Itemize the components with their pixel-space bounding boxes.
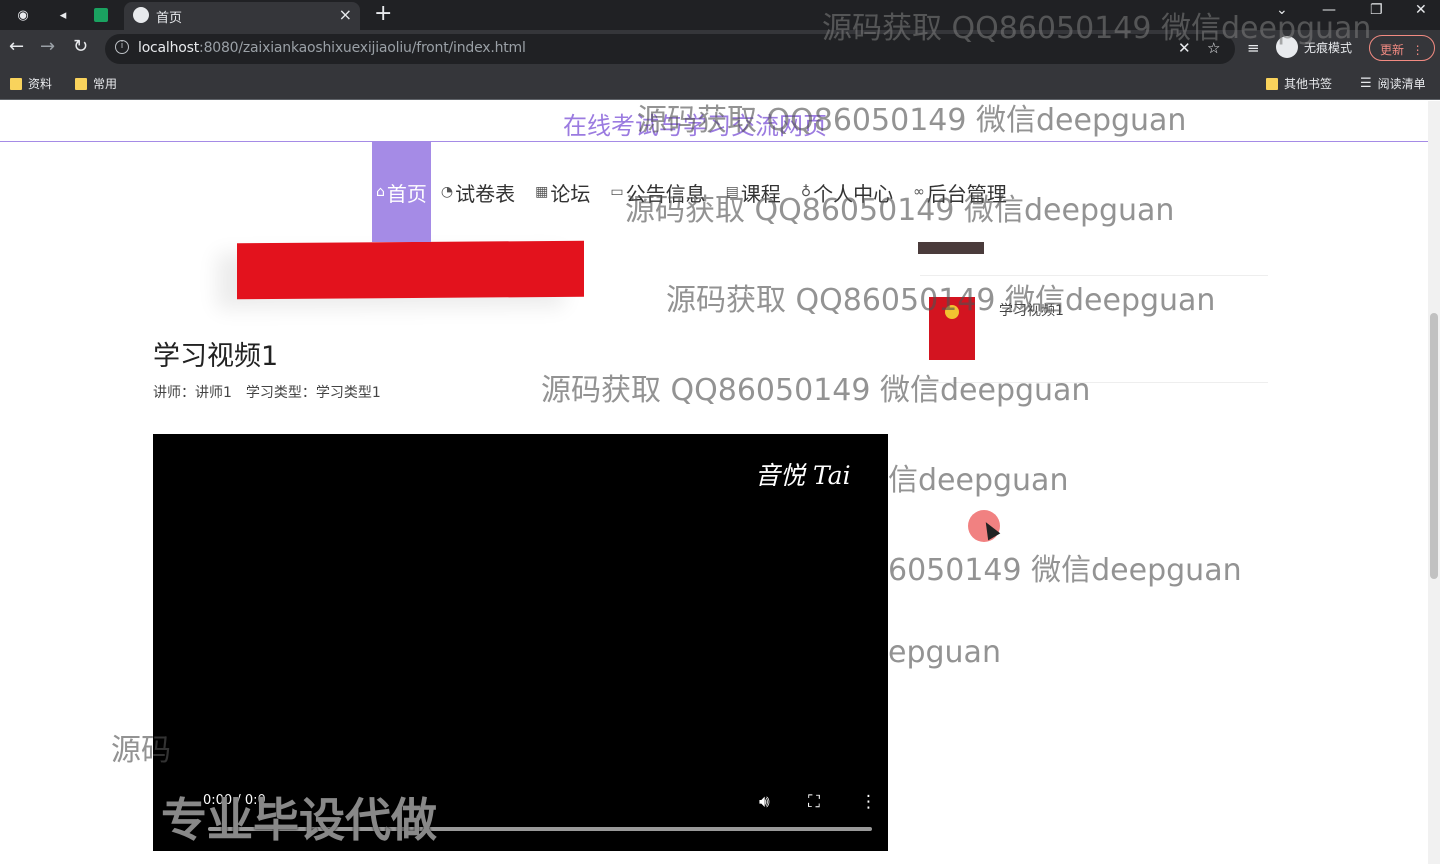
tab-favicon-icon (133, 7, 149, 23)
banner-image[interactable] (237, 240, 584, 300)
reading-list[interactable]: ☰ 阅读清单 (1360, 75, 1426, 92)
calendar-icon: ▤ (725, 184, 739, 200)
tab-search-icon[interactable]: ⌄ (1276, 2, 1288, 18)
link-icon: ∞ (913, 184, 925, 200)
forward-icon[interactable]: → (40, 36, 55, 57)
screen: ◉ ◂ 首页 × + ⌄ — ❐ ✕ ← → ↻ i localhost:808… (0, 0, 1440, 864)
nav-item-forum[interactable]: ▦ 论坛 (525, 142, 600, 242)
bookmark-folder[interactable]: 常用 (75, 75, 117, 92)
new-tab-button[interactable]: + (374, 1, 392, 26)
update-button[interactable]: 更新 ⋮ (1369, 35, 1435, 61)
teacher-label: 讲师： (153, 385, 195, 401)
site-title: 在线考试与学习交流网页 (563, 112, 827, 140)
restore-icon[interactable]: ❐ (1370, 2, 1383, 18)
bookmark-star-icon[interactable]: ☆ (1207, 39, 1220, 57)
gauge-icon: ◔ (440, 184, 454, 200)
scroll-thumb[interactable] (1430, 313, 1438, 579)
side-item-title[interactable]: 学习视频1 (999, 300, 1064, 320)
active-tab[interactable]: 首页 × (124, 2, 360, 30)
nav-item-profile[interactable]: ♁ 个人中心 (791, 142, 903, 242)
home-icon: ⌂ (376, 184, 385, 200)
pinned-tab-icon[interactable] (88, 4, 114, 26)
nav-item-course[interactable]: ▤ 课程 (716, 142, 791, 242)
browser-toolbar: ← → ↻ i localhost:8080/zaixiankaoshixuex… (0, 30, 1440, 68)
more-options-icon[interactable]: ⋮ (860, 792, 877, 812)
reload-icon[interactable]: ↻ (73, 36, 88, 57)
site-info-icon[interactable]: i (115, 40, 129, 54)
watermark: 6050149 微信deepguan (888, 553, 1242, 588)
bookmarks-bar: 资料 常用 其他书签 ☰ 阅读清单 (0, 68, 1440, 100)
list-icon: ☰ (1360, 76, 1372, 91)
overlay-caption: 专业毕设代做 (161, 793, 437, 847)
close-tab-icon[interactable]: × (339, 5, 352, 24)
watermark: 源码获取 QQ86050149 微信deepguan (541, 373, 1091, 408)
main-nav: ⌂ 首页 ◔ 试卷表 ▦ 论坛 ▭ 公告信息 ▤ 课程 ♁ 个人中心 ∞ 后台管理 (372, 142, 1017, 242)
minimize-icon[interactable]: — (1322, 2, 1336, 18)
incognito-icon (1276, 36, 1298, 58)
page-scrollbar[interactable] (1428, 101, 1440, 864)
watermark: epguan (888, 635, 1001, 670)
folder-icon (75, 77, 87, 90)
watermark: 信deepguan (888, 463, 1069, 498)
chrome-menu-icon[interactable]: ◉ (10, 4, 36, 26)
divider (920, 275, 1268, 276)
video-logo: 音悦 Tai (755, 461, 851, 490)
address-bar[interactable]: i localhost:8080/zaixiankaoshixuexijiaol… (105, 34, 1235, 64)
nav-item-notice[interactable]: ▭ 公告信息 (600, 142, 715, 242)
nav-item-admin[interactable]: ∞ 后台管理 (903, 142, 1017, 242)
teacher-value: 讲师1 (195, 385, 232, 401)
emblem-icon (945, 305, 959, 319)
mute-icon[interactable]: ◂ (50, 4, 76, 26)
url-text[interactable]: localhost:8080/zaixiankaoshixuexijiaoliu… (138, 40, 526, 56)
divider (920, 382, 1268, 383)
incognito-indicator[interactable]: 无痕模式 (1276, 36, 1352, 58)
nav-item-exam[interactable]: ◔ 试卷表 (431, 142, 525, 242)
user-icon: ♁ (800, 184, 812, 200)
video-meta: 讲师：讲师1 学习类型：学习类型1 (153, 382, 381, 402)
tab-title: 首页 (156, 11, 183, 26)
folder-icon (1266, 77, 1278, 90)
fullscreen-icon[interactable]: ⛶ (808, 792, 820, 812)
message-icon: ▭ (610, 184, 624, 200)
nav-item-home[interactable]: ⌂ 首页 (372, 142, 431, 242)
incognito-label: 无痕模式 (1304, 40, 1353, 55)
grid-icon: ▦ (535, 184, 549, 200)
other-bookmarks[interactable]: 其他书签 (1266, 75, 1332, 92)
blocked-icon[interactable]: ✕ (1178, 39, 1191, 57)
book-thumbnail[interactable] (929, 297, 975, 360)
folder-icon (10, 77, 22, 90)
back-icon[interactable]: ← (9, 36, 24, 57)
volume-icon[interactable]: 🔊︎ (759, 792, 770, 812)
reading-list-icon[interactable]: ≡ (1247, 39, 1260, 57)
thumbnail-image[interactable] (918, 242, 984, 254)
web-page: 学习视频1 在线考试与学习交流网页 ⌂ 首页 ◔ 试卷表 ▦ 论坛 ▭ 公告信息 ▤ 课程… (0, 101, 1440, 864)
type-value: 学习类型1 (315, 385, 381, 401)
video-title: 学习视频1 (153, 341, 279, 372)
bookmark-folder[interactable]: 资料 (10, 75, 52, 92)
browser-tab-bar: ◉ ◂ 首页 × + ⌄ — ❐ ✕ (0, 0, 1440, 30)
type-label: 学习类型： (245, 385, 316, 401)
window-close-icon[interactable]: ✕ (1415, 2, 1427, 18)
